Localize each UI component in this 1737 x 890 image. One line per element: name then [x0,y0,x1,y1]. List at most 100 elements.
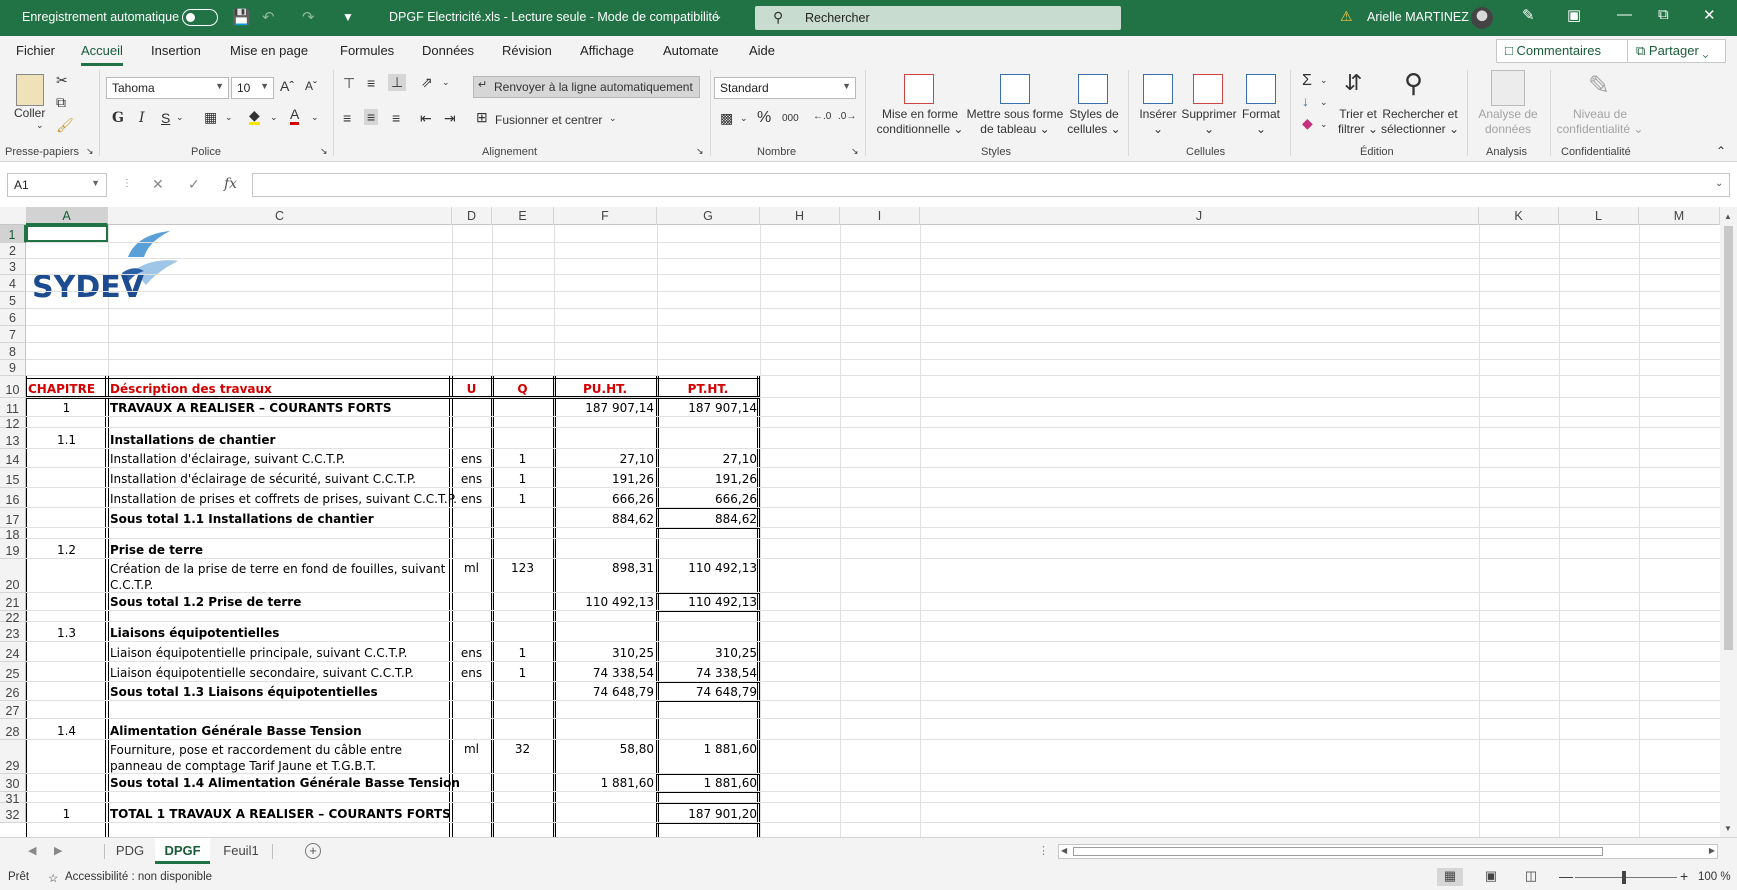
customize-quick-access-icon[interactable]: ▼ [342,10,354,24]
cell-unit[interactable]: ml [454,561,489,575]
decrease-decimal-icon[interactable]: .0→ [838,111,856,122]
column-header-d[interactable]: D [452,207,492,225]
ribbon-display-icon[interactable]: ▣ [1567,6,1581,24]
accessibility-status[interactable]: Accessibilité : non disponible [65,871,212,883]
horizontal-scrollbar[interactable]: ◀ ▶ [1058,844,1718,859]
cell-chapitre[interactable]: 1 [28,401,105,415]
tab-fichier[interactable]: Fichier [16,43,55,58]
row-header[interactable]: 7 [0,326,26,343]
alignment-launcher-icon[interactable]: ↘ [696,146,704,157]
format-cells-button[interactable]: Format ⌄ [1236,107,1286,137]
orientation-dropdown-icon[interactable]: ⌄ [442,77,450,88]
tab-mise-en-page[interactable]: Mise en page [230,43,308,58]
increase-font-icon[interactable]: Aˆ [280,78,294,94]
align-top-icon[interactable]: ⊤ [343,75,355,92]
align-center-icon[interactable]: ≡ [364,109,379,125]
borders-dropdown-icon[interactable]: ⌄ [225,112,233,123]
cell-total-price[interactable]: 74 648,79 [659,685,757,699]
cell-unit[interactable]: ens [454,666,489,680]
column-header-j[interactable]: J [920,207,1479,225]
pen-icon[interactable]: ✎ [1522,6,1535,24]
cell-chapitre[interactable]: 1.1 [28,433,105,447]
column-header-c[interactable]: C [108,207,452,225]
accessibility-icon[interactable]: ☆ [48,871,58,885]
row-header[interactable]: 26 [0,682,26,701]
row-header[interactable]: 12 [0,417,26,431]
merge-center-icon[interactable]: ⊞ [476,109,488,126]
cell-description[interactable]: Installation d'éclairage de sécurité, su… [110,472,449,486]
number-launcher-icon[interactable]: ↘ [851,146,859,157]
analyze-data-button[interactable]: Analyse de données [1473,107,1543,137]
header-quantity[interactable]: Q [494,382,551,396]
increase-indent-icon[interactable]: ⇥ [444,110,456,127]
row-header[interactable]: 11 [0,398,26,417]
find-select-icon[interactable]: ⚲ [1404,68,1423,99]
merge-dropdown-icon[interactable]: ⌄ [609,113,617,124]
column-header-h[interactable]: H [760,207,840,225]
column-header-k[interactable]: K [1479,207,1559,225]
selected-cell-a1[interactable] [26,225,108,242]
cell-unit[interactable]: ens [454,646,489,660]
cell-description[interactable]: Prise de terre [110,543,449,557]
split-handle-icon[interactable]: ⋮ [1038,844,1049,857]
merge-center-button[interactable]: Fusionner et centrer [495,113,602,127]
tab-automate[interactable]: Automate [663,43,719,58]
sheet-tab-feuil1[interactable]: Feuil1 [212,838,270,864]
cell-total-price[interactable]: 74 338,54 [659,666,757,680]
collapse-ribbon-icon[interactable]: ⌃ [1716,144,1726,158]
user-name[interactable]: Arielle MARTINEZ [1367,10,1469,24]
cell-unit-price[interactable]: 27,10 [556,452,654,466]
cell-description[interactable]: Installation de prises et coffrets de pr… [110,492,457,506]
cell-total-price[interactable]: 310,25 [659,646,757,660]
cell-description[interactable]: Alimentation Générale Basse Tension [110,724,449,738]
sheet-tab-dpgf[interactable]: DPGF [155,838,210,864]
cell-unit[interactable]: ens [454,492,489,506]
cell-total-price[interactable]: 110 492,13 [659,595,757,609]
italic-button[interactable]: I [139,110,145,126]
cell-chapitre[interactable]: 1.2 [28,543,105,557]
cell-total-price[interactable]: 110 492,13 [659,561,757,575]
conditional-format-button[interactable]: Mise en forme conditionnelle ⌄ [872,107,968,137]
cell-quantity[interactable]: 32 [494,742,551,756]
clipboard-launcher-icon[interactable]: ↘ [86,146,94,157]
cell-unit[interactable]: ens [454,472,489,486]
tab-revision[interactable]: Révision [502,43,552,58]
decrease-font-icon[interactable]: Aˇ [305,79,317,93]
cell-description[interactable]: Sous total 1.2 Prise de terre [110,595,449,609]
zoom-in-icon[interactable]: + [1680,868,1688,884]
row-header[interactable]: 13 [0,428,26,449]
row-header[interactable]: 18 [0,528,26,542]
cell-quantity[interactable]: 1 [494,666,551,680]
undo-icon[interactable]: ↶ [262,8,275,26]
cell-quantity[interactable]: 1 [494,452,551,466]
chevron-down-icon[interactable]: ⌄ [714,11,722,22]
cell-total-price[interactable]: 1 881,60 [659,742,757,756]
format-as-table-button[interactable]: Mettre sous forme de tableau ⌄ [965,107,1065,137]
page-break-view-icon[interactable]: ◫ [1518,868,1544,886]
copy-icon[interactable]: ⧉ [56,94,66,111]
save-icon[interactable]: 💾 [232,8,251,26]
column-header-m[interactable]: M [1639,207,1720,225]
cell-description[interactable]: Liaisons équipotentielles [110,626,449,640]
row-header[interactable]: 8 [0,343,26,360]
cell-quantity[interactable]: 123 [494,561,551,575]
clear-dropdown-icon[interactable]: ⌄ [1320,119,1328,130]
row-header[interactable]: 30 [0,774,26,792]
tab-accueil[interactable]: Accueil [81,43,123,66]
warning-icon[interactable]: ⚠ [1340,8,1353,25]
fill-dropdown-icon[interactable]: ⌄ [1320,97,1328,108]
scroll-left-icon[interactable]: ◀ [1061,846,1067,855]
row-header[interactable]: 3 [0,259,26,275]
cell-description[interactable]: Création de la prise de terre en fond de… [110,561,449,593]
header-unit-price[interactable]: PU.HT. [556,382,654,396]
header-description[interactable]: Déscription des travaux [110,382,449,396]
normal-view-icon[interactable]: ▦ [1437,868,1463,886]
horizontal-scroll-thumb[interactable] [1073,847,1603,856]
clear-icon[interactable]: ◆ [1302,115,1313,132]
row-header[interactable]: 10 [0,376,26,398]
cell-quantity[interactable]: 1 [494,646,551,660]
cell-unit-price[interactable]: 187 907,14 [556,401,654,415]
increase-decimal-icon[interactable]: ←.0 [813,111,831,122]
borders-icon[interactable]: ▦ [204,109,217,126]
minimize-icon[interactable]: — [1617,6,1632,23]
